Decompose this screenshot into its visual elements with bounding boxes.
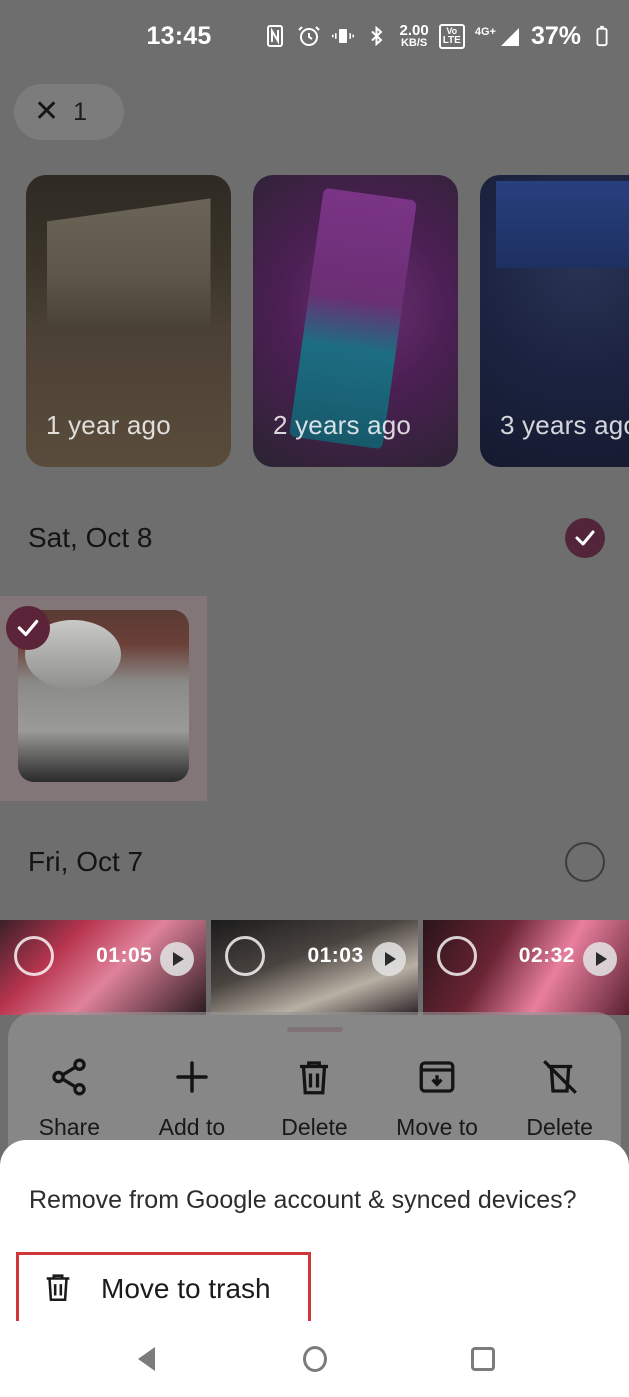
date-label: Fri, Oct 7 [28,846,144,877]
video-cell[interactable]: 01:03 [211,920,418,1015]
archive-down-icon [416,1054,458,1100]
memory-card[interactable]: 3 years ago [480,175,629,467]
network-type-label: 4G+ [474,26,496,38]
move-to-trash-option[interactable]: Move to trash [16,1252,311,1326]
memory-label: 1 year ago [46,410,171,440]
action-delete[interactable]: Delete [253,1054,376,1141]
data-rate-icon: 2.00 KB/S [399,23,428,49]
action-label: Delete [281,1114,348,1140]
date-section-header: Sat, Oct 8 [0,506,629,570]
move-to-trash-label: Move to trash [101,1273,271,1304]
back-button[interactable] [63,1347,231,1371]
memory-card[interactable]: 1 year ago [26,175,231,467]
video-select-checkbox-unchecked[interactable] [225,936,266,976]
share-icon [48,1054,90,1100]
dialog-title: Remove from Google account & synced devi… [29,1186,577,1214]
android-navigation-bar [0,1321,629,1397]
action-label: Add to [158,1114,226,1140]
alarm-icon [297,24,321,48]
date-label: Sat, Oct 8 [28,522,153,553]
section-select-checkbox-unchecked[interactable] [565,842,605,882]
signal-icon: 4G+ [475,24,521,48]
recents-button[interactable] [399,1347,567,1371]
close-icon[interactable]: ✕ [34,97,59,127]
action-label: Delete [526,1114,593,1140]
sheet-drag-handle[interactable] [286,1027,343,1032]
video-select-checkbox-unchecked[interactable] [436,936,477,976]
action-label: Share [38,1114,100,1140]
vibrate-icon [331,24,355,48]
video-duration: 02:32 [518,944,575,967]
play-icon[interactable] [160,942,195,976]
status-clock: 13:45 [146,21,212,50]
video-cell[interactable]: 02:32 [422,920,629,1015]
bluetooth-icon [365,24,389,48]
play-icon[interactable] [371,942,406,976]
action-move-to[interactable]: Move to [376,1054,499,1141]
status-bar: 13:45 2.00 KB/S Vo LTE 4G+ 37% [0,0,629,72]
date-section-header: Fri, Oct 7 [0,830,629,894]
data-rate-unit: KB/S [400,37,428,49]
volte-bottom: LTE [442,34,461,46]
volte-icon: Vo LTE [438,23,465,49]
battery-icon [591,25,613,47]
action-share[interactable]: Share [8,1054,131,1141]
selection-close-chip[interactable]: ✕ 1 [14,84,124,140]
photo-select-checkbox-checked[interactable] [6,606,50,650]
plus-icon [171,1054,213,1100]
nfc-icon [263,24,287,48]
memories-carousel[interactable]: 1 year ago 2 years ago 3 years ago [0,175,629,467]
memory-label: 3 years ago [500,410,629,440]
play-icon[interactable] [582,942,617,976]
trash-icon [293,1054,335,1100]
video-duration: 01:03 [307,944,364,967]
action-label: Move to [396,1114,478,1140]
back-icon [138,1347,155,1371]
action-add-to[interactable]: Add to [131,1054,254,1141]
action-delete-device[interactable]: Delete [498,1054,621,1141]
battery-percent: 37% [530,21,581,50]
video-select-checkbox-unchecked[interactable] [14,936,54,976]
data-rate-value: 2.00 [399,22,429,39]
memory-label: 2 years ago [273,410,412,440]
remove-confirmation-dialog: Remove from Google account & synced devi… [0,1140,629,1326]
video-grid-row[interactable]: 01:05 01:03 02:32 [0,920,629,1015]
home-button[interactable] [231,1346,399,1372]
video-cell[interactable]: 01:05 [0,920,207,1015]
video-duration: 01:05 [96,944,153,967]
selected-count: 1 [73,97,88,126]
section-select-checkbox-checked[interactable] [565,518,605,558]
delete-device-icon [539,1054,581,1100]
home-icon [302,1346,327,1372]
recents-icon [470,1347,495,1371]
status-icons: 2.00 KB/S Vo LTE 4G+ 37% [263,22,613,51]
action-sheet: Share Add to Delete Move to Delete [8,1012,621,1152]
memory-card[interactable]: 2 years ago [253,175,458,467]
trash-icon [41,1270,75,1309]
action-list: Share Add to Delete Move to Delete [8,1054,621,1141]
